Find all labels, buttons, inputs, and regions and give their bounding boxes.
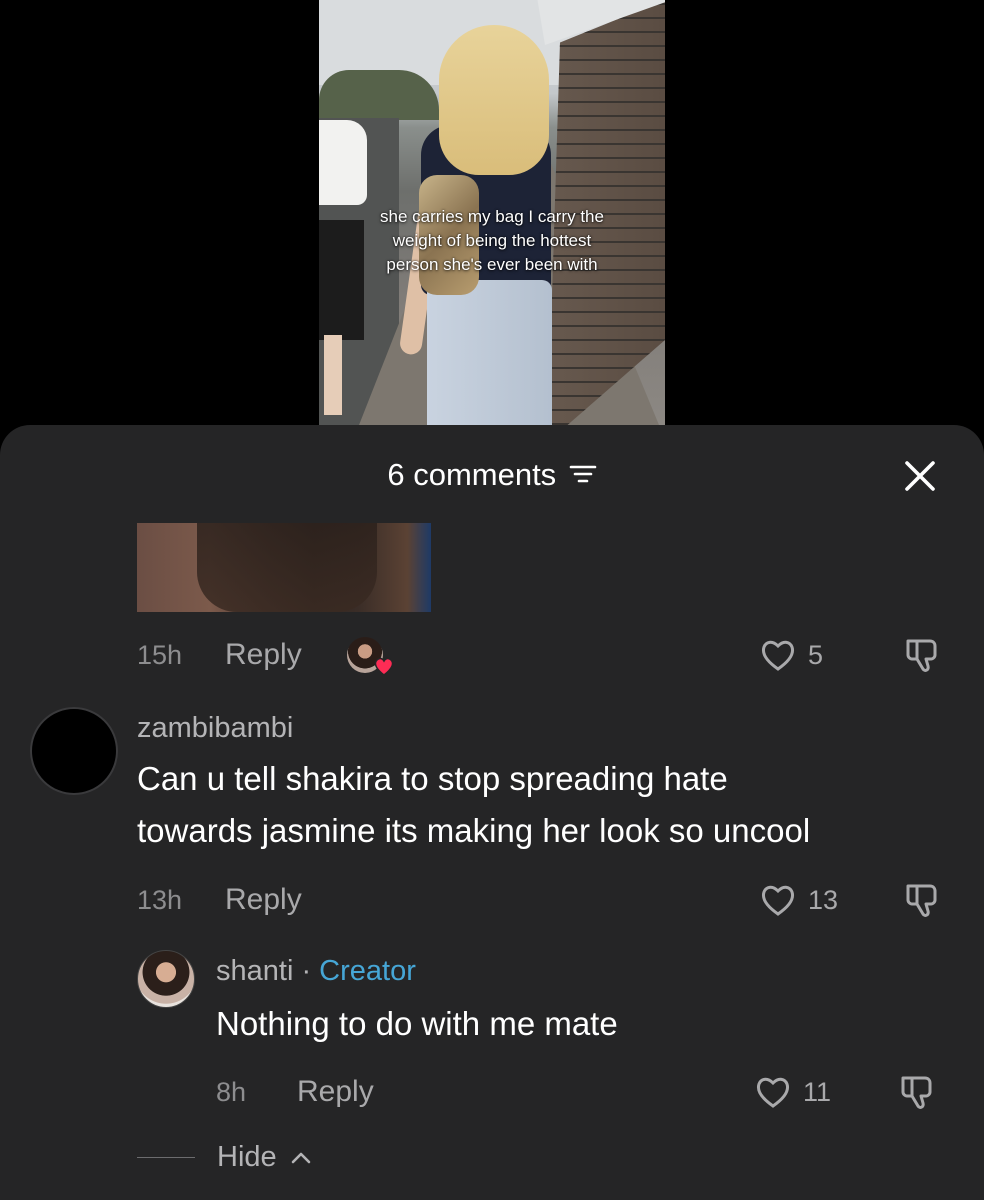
caption-line: person she's ever been with	[386, 255, 598, 274]
comments-sheet: 6 comments 15h Reply 5 zambibambi Can u …	[0, 425, 984, 1200]
comment-image[interactable]	[137, 523, 431, 612]
chevron-up-icon	[291, 1152, 311, 1164]
comment-text-line: Can u tell shakira to stop spreading hat…	[137, 760, 728, 797]
hide-replies-button[interactable]: Hide	[217, 1137, 277, 1177]
comment-text: Can u tell shakira to stop spreading hat…	[137, 753, 810, 857]
caption-line: she carries my bag I carry the	[380, 207, 604, 226]
video-preview[interactable]: she carries my bag I carry the weight of…	[319, 0, 665, 425]
comment-count: 6 comments	[387, 457, 557, 492]
close-icon[interactable]	[902, 458, 938, 494]
heart-outline-icon[interactable]	[754, 1074, 792, 1110]
reply-button[interactable]: Reply	[225, 880, 302, 920]
creator-badge: Creator	[319, 955, 416, 987]
video-caption: she carries my bag I carry the weight of…	[319, 205, 665, 277]
heart-outline-icon[interactable]	[759, 637, 797, 673]
comment-time: 13h	[137, 885, 183, 915]
comment-text-line: towards jasmine its making her look so u…	[137, 812, 811, 849]
caption-line: weight of being the hottest	[392, 231, 592, 250]
comment-time: 8h	[216, 1077, 247, 1107]
dislike-icon[interactable]	[904, 635, 944, 675]
comment-username[interactable]: zambibambi	[137, 710, 293, 746]
divider-line	[137, 1157, 195, 1158]
comment-username[interactable]: shanti	[216, 955, 293, 987]
comment-text: Nothing to do with me mate	[216, 1005, 618, 1042]
separator-dot: ·	[293, 955, 320, 987]
like-count: 5	[808, 640, 824, 670]
dislike-icon[interactable]	[904, 880, 944, 920]
comment-actions-row: 13h Reply 13	[0, 880, 984, 920]
like-count: 11	[803, 1077, 832, 1107]
heart-outline-icon[interactable]	[759, 882, 797, 918]
filter-sort-icon[interactable]	[569, 463, 597, 485]
comments-header: 6 comments	[0, 455, 984, 495]
reply-button[interactable]: Reply	[225, 635, 302, 675]
dislike-icon[interactable]	[899, 1072, 939, 1112]
comment-actions-row: 8h Reply 11	[0, 1072, 984, 1112]
heart-badge-icon	[374, 657, 394, 676]
avatar[interactable]	[137, 950, 195, 1008]
comment-time: 15h	[137, 640, 183, 670]
reply-button[interactable]: Reply	[297, 1072, 374, 1112]
avatar[interactable]	[30, 707, 118, 795]
reply-username-line: shanti · Creator	[216, 953, 416, 989]
like-count: 13	[808, 885, 839, 915]
comment-actions-row: 15h Reply 5	[0, 635, 984, 676]
